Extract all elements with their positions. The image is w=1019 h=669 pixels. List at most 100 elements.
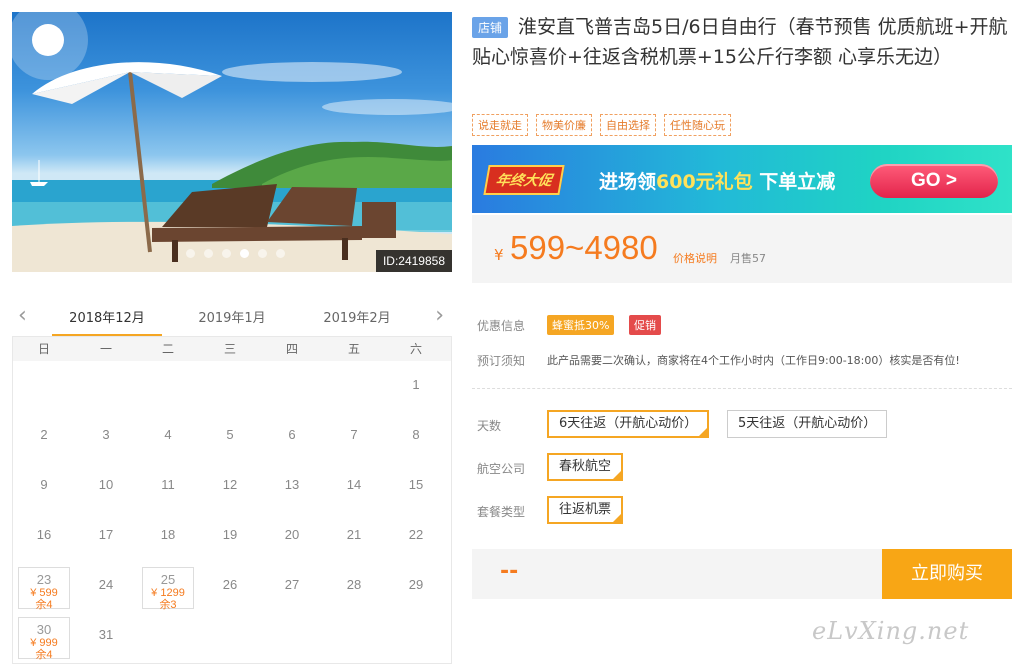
- feature-tag: 物美价廉: [536, 114, 592, 136]
- promo-label: 优惠信息: [477, 319, 526, 333]
- tab-month-1[interactable]: 2018年12月: [52, 307, 162, 336]
- day-number: 24: [98, 577, 114, 592]
- price-range: 599~4980: [510, 229, 658, 266]
- shop-badge[interactable]: 店铺: [472, 17, 509, 38]
- day-number: [137, 363, 199, 377]
- chevron-right-icon[interactable]: ›: [435, 304, 444, 328]
- feature-tag: 任性随心玩: [664, 114, 731, 136]
- calendar-day: [199, 363, 261, 413]
- calendar-day-available[interactable]: 30 ¥ 999 余4: [18, 617, 70, 661]
- day-number: 19: [222, 527, 238, 542]
- weekday-label: 三: [223, 342, 236, 356]
- tab-month-3[interactable]: 2019年2月: [302, 307, 412, 326]
- calendar-day: 22: [385, 513, 447, 563]
- slide-indicators: [186, 249, 285, 258]
- day-number: 15: [408, 477, 424, 492]
- day-number: [13, 363, 75, 377]
- buy-now-button[interactable]: 立即购买: [882, 549, 1012, 599]
- slide-dot[interactable]: [258, 249, 267, 258]
- slide-dot[interactable]: [222, 249, 231, 258]
- weekday-label: 五: [347, 342, 360, 356]
- slide-dot-active[interactable]: [240, 249, 249, 258]
- day-number: 21: [346, 527, 362, 542]
- day-number: 7: [350, 427, 358, 442]
- beach-photo: [12, 12, 452, 272]
- calendar-day: 17: [75, 513, 137, 563]
- calendar-day: 24: [75, 563, 137, 613]
- calendar-day: 4: [137, 413, 199, 463]
- weekday-label: 六: [409, 342, 422, 356]
- calendar-day: 6: [261, 413, 323, 463]
- calendar-day: 19: [199, 513, 261, 563]
- day-number: 8: [412, 427, 420, 442]
- option-days-5[interactable]: 5天往返（开航心动价）: [727, 410, 888, 438]
- day-number: 16: [36, 527, 52, 542]
- notice-label: 预订须知: [477, 354, 526, 368]
- calendar-day: 11: [137, 463, 199, 513]
- calendar-day: 26: [199, 563, 261, 613]
- chevron-left-icon[interactable]: ‹: [18, 304, 27, 328]
- calendar-day: [137, 363, 199, 413]
- site-watermark: eLvXing.net: [812, 617, 970, 645]
- calendar-day: 13: [261, 463, 323, 513]
- day-stock: 余4: [35, 599, 53, 611]
- day-number: 6: [288, 427, 296, 442]
- calendar-day: [261, 363, 323, 413]
- product-title: 淮安直飞普吉岛5日/6日自由行（春节预售 优质航班+开航贴心惊喜价+往返含税机票…: [472, 16, 1008, 68]
- calendar-day: [75, 363, 137, 413]
- calendar-day: 9: [13, 463, 75, 513]
- day-number: 12: [222, 477, 238, 492]
- calendar-day: 5: [199, 413, 261, 463]
- weekday-label: 二: [161, 342, 174, 356]
- day-number: 31: [98, 627, 114, 642]
- day-number: 18: [160, 527, 176, 542]
- airline-label: 航空公司: [477, 462, 526, 476]
- tab-month-2[interactable]: 2019年1月: [177, 307, 287, 326]
- weekday-label: 一: [99, 342, 112, 356]
- price-explanation-link[interactable]: 价格说明: [673, 250, 717, 266]
- product-image[interactable]: ID:2419858: [12, 12, 452, 272]
- calendar-day-available[interactable]: 23 ¥ 599 余4: [18, 567, 70, 611]
- feature-tag: 自由选择: [600, 114, 656, 136]
- calendar-month-nav: ‹ 2018年12月 2019年1月 2019年2月 ›: [12, 300, 452, 336]
- calendar-day: 31: [75, 613, 137, 663]
- day-number: 11: [161, 477, 175, 492]
- slide-dot[interactable]: [186, 249, 195, 258]
- banner-sale-tag: 年终大促: [483, 165, 565, 195]
- calendar-day: 12: [199, 463, 261, 513]
- day-number: [261, 363, 323, 377]
- promo-banner[interactable]: 年终大促 进场领600元礼包 下单立减 GO >: [472, 145, 1012, 213]
- day-price: ¥ 999: [30, 637, 58, 649]
- day-number: 27: [284, 577, 300, 592]
- option-package[interactable]: 往返机票: [547, 496, 624, 524]
- option-airline[interactable]: 春秋航空: [547, 453, 624, 481]
- monthly-sales: 月售57: [730, 252, 766, 265]
- day-number: 13: [284, 477, 300, 492]
- day-number: 29: [408, 577, 424, 592]
- price-calendar: 日一二三四五六 1 2 3 4 5 6 7 8 9 10 11 12 13 14 15 16 17 18 19 20 2…: [12, 336, 452, 664]
- banner-text-highlight: 600元礼包: [656, 171, 753, 193]
- day-number: 1: [412, 377, 420, 392]
- banner-go-button[interactable]: GO >: [870, 164, 998, 198]
- calendar-day-available[interactable]: 25 ¥ 1299 余3: [142, 567, 194, 611]
- day-number: 26: [222, 577, 238, 592]
- banner-text-b: 下单立减: [752, 171, 836, 193]
- slide-dot[interactable]: [204, 249, 213, 258]
- honey-discount-badge: 蜂蜜抵30%: [547, 315, 615, 335]
- day-number: 2: [40, 427, 48, 442]
- day-number: 22: [408, 527, 424, 542]
- calendar-day: 2: [13, 413, 75, 463]
- booking-notice: 此产品需要二次确认，商家将在4个工作小时内（工作日9:00-18:00）核实是否…: [547, 354, 960, 367]
- calendar-day: 1: [385, 363, 447, 413]
- day-number: 10: [98, 477, 114, 492]
- calendar-day: 3: [75, 413, 137, 463]
- day-number: 23: [36, 572, 52, 587]
- total-price: --: [500, 559, 519, 584]
- calendar-day: 27: [261, 563, 323, 613]
- option-days-6[interactable]: 6天往返（开航心动价）: [547, 410, 710, 438]
- calendar-day: 20: [261, 513, 323, 563]
- day-number: 9: [40, 477, 48, 492]
- price-box: ¥ 599~4980 价格说明 月售57: [472, 215, 1012, 283]
- slide-dot[interactable]: [276, 249, 285, 258]
- calendar-weekday-header: 日一二三四五六: [13, 337, 451, 361]
